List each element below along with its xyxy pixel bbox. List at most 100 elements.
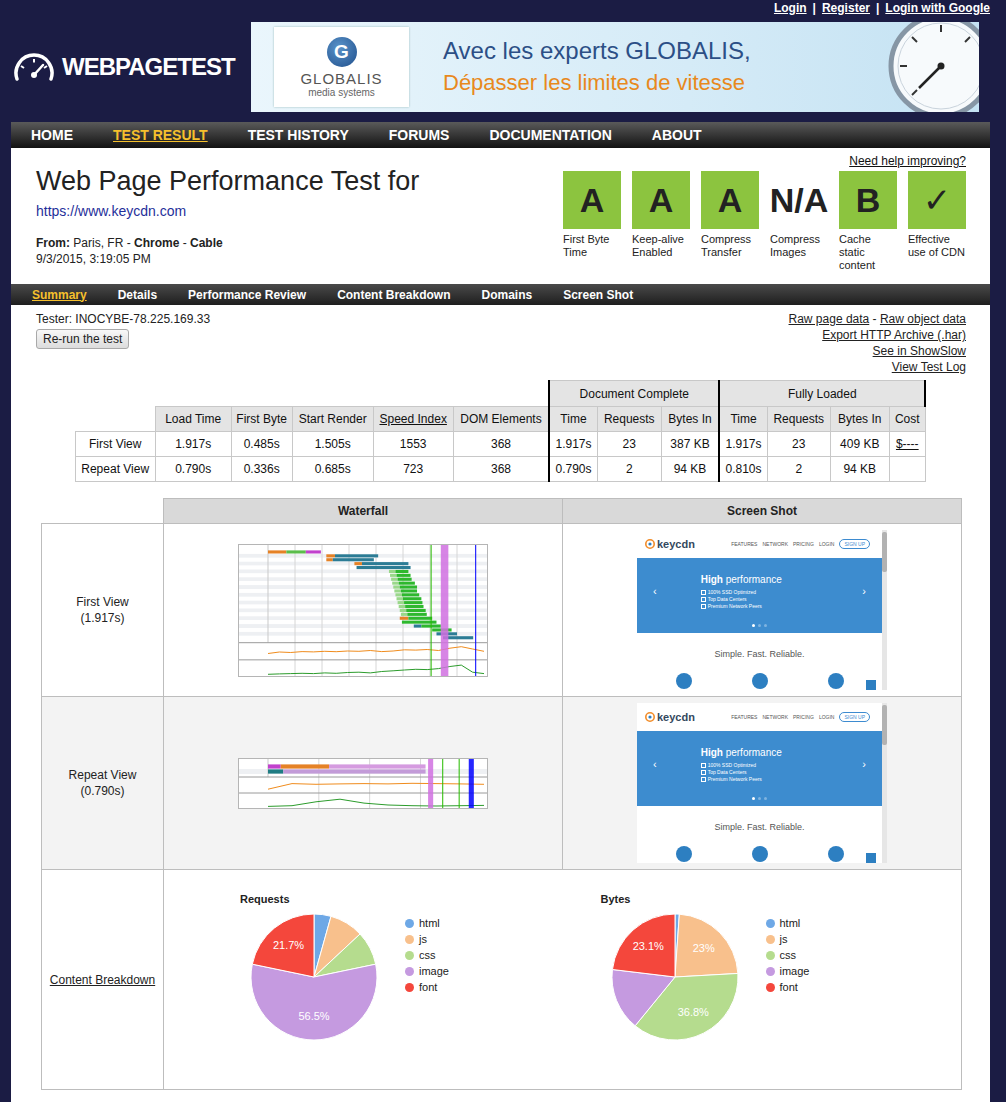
legend-item: js	[405, 931, 449, 947]
nav-item[interactable]: HOME	[31, 127, 73, 143]
grade-list: AFirst Byte TimeAKeep-alive EnabledAComp…	[563, 171, 966, 272]
screenshot-thumbnail[interactable]: keycdnFEATURESNETWORKPRICINGLOGINSIGN UP…	[637, 530, 887, 690]
key-icon	[645, 712, 655, 722]
view-label: Repeat View(0.790s)	[42, 697, 164, 870]
slider-prev: ‹	[653, 758, 657, 770]
export-link[interactable]: See in ShowSlow	[873, 344, 966, 358]
export-links: Raw page data - Raw object data Export HT…	[789, 311, 966, 375]
location-part: Cable	[190, 236, 223, 250]
hero-feature: Premium Network Peers	[701, 776, 863, 783]
grade[interactable]: AKeep-alive Enabled	[632, 171, 690, 272]
result-tab[interactable]: Content Breakdown	[337, 288, 450, 302]
slice-label: 56.5%	[298, 1010, 329, 1022]
content-breakdown-link[interactable]: Content Breakdown	[50, 973, 155, 987]
waterfall-bar	[408, 616, 432, 619]
grade[interactable]: ✓Effective use of CDN	[908, 171, 966, 272]
site-logo: keycdn	[645, 711, 695, 723]
pie-slice[interactable]	[675, 914, 738, 977]
export-link[interactable]: View Test Log	[892, 360, 966, 374]
nav-item[interactable]: TEST RESULT	[113, 127, 208, 143]
column-header: Start Render	[292, 407, 373, 432]
account-link[interactable]: Login	[774, 1, 807, 15]
result-tab[interactable]: Details	[118, 288, 157, 302]
waterfall-row	[239, 631, 487, 635]
nav-item[interactable]: FORUMS	[389, 127, 450, 143]
column-header: Bytes In	[661, 407, 719, 432]
result-tab[interactable]: Performance Review	[188, 288, 306, 302]
column-header: DOM Elements	[453, 407, 549, 432]
metric-cell: 0.485s	[231, 432, 292, 457]
grade[interactable]: BCache static content	[839, 171, 897, 272]
waterfall-gridline	[349, 545, 350, 676]
slider-next: ›	[862, 758, 866, 770]
pie-slice[interactable]	[252, 914, 314, 977]
waterfall-bar	[391, 577, 397, 580]
metric-cell: 0.810s	[719, 457, 767, 482]
export-link[interactable]: Raw object data	[880, 312, 966, 326]
waterfall-chart[interactable]	[238, 758, 488, 809]
grade-label: Compress Images	[770, 233, 828, 259]
export-link[interactable]: Raw page data	[789, 312, 870, 326]
grade[interactable]: AFirst Byte Time	[563, 171, 621, 272]
export-link[interactable]: Export HTTP Archive (.har)	[822, 328, 966, 342]
column-header[interactable]: Speed Index	[373, 407, 453, 432]
checkbox-icon	[701, 763, 706, 768]
site-nav-item: LOGIN	[819, 541, 835, 547]
grade-label: Cache static content	[839, 233, 897, 272]
group-header: Document Complete	[549, 381, 719, 407]
scrollbar-thumb	[882, 532, 887, 572]
legend-item: css	[405, 947, 449, 963]
checkbox-icon	[701, 777, 706, 782]
waterfall-row	[239, 764, 487, 769]
rerun-button[interactable]: Re-run the test	[36, 329, 129, 349]
screenshot-thumbnail[interactable]: keycdnFEATURESNETWORKPRICINGLOGINSIGN UP…	[637, 703, 887, 863]
grade-badge: A	[701, 171, 759, 229]
cost-link[interactable]: $----	[896, 437, 919, 451]
chart-legend: htmljscssimagefont	[766, 915, 810, 995]
waterfall-bar	[398, 601, 404, 604]
slide-dot	[752, 797, 755, 800]
nav-item[interactable]: TEST HISTORY	[248, 127, 349, 143]
masthead: WEBPAGETESTGGLOBALISmedia systemsAvec le…	[0, 16, 1006, 118]
test-header: Web Page Performance Test forhttps://www…	[11, 148, 990, 284]
account-link[interactable]: Register	[822, 1, 870, 15]
waterfall-bar	[414, 624, 422, 627]
waterfall-frame	[239, 758, 488, 808]
waterfall-row	[239, 608, 487, 612]
grade[interactable]: N/ACompress Images	[770, 171, 828, 272]
tested-url[interactable]: https://www.keycdn.com	[36, 203, 419, 219]
ad-banner[interactable]: GGLOBALISmedia systemsAvec les experts G…	[251, 22, 979, 112]
help-link[interactable]: Need help improving?	[849, 154, 966, 168]
metric-cell: 0.790s	[549, 457, 597, 482]
timing-marker	[475, 545, 476, 676]
site-nav-item: FEATURES	[731, 714, 757, 720]
nav-item[interactable]: ABOUT	[652, 127, 702, 143]
pie-slice[interactable]	[612, 970, 675, 1026]
waterfall-chart[interactable]	[238, 544, 488, 677]
result-tab[interactable]: Domains	[481, 288, 532, 302]
result-tab[interactable]: Summary	[32, 288, 87, 302]
timing-marker	[441, 545, 449, 676]
nav-item[interactable]: DOCUMENTATION	[489, 127, 611, 143]
test-date: 9/3/2015, 3:19:05 PM	[36, 251, 419, 267]
account-link[interactable]: Login with Google	[885, 1, 990, 15]
waterfall-row	[239, 585, 487, 589]
waterfall-label-divider	[268, 545, 269, 643]
waterfall-row	[239, 573, 487, 577]
legend-dot-icon	[405, 919, 414, 928]
waterfall-bar	[405, 605, 423, 608]
site-hero: ‹High performance100% SSD OptimizedTop D…	[637, 731, 882, 806]
webpagetest-logo[interactable]: WEBPAGETEST	[0, 50, 251, 84]
waterfall-row	[239, 620, 487, 624]
timing-marker	[431, 545, 432, 676]
column-header: Time	[719, 407, 767, 432]
link-separator: -	[869, 312, 880, 326]
cost-cell: $----	[889, 432, 925, 457]
pie-slice[interactable]	[612, 914, 675, 977]
scrollbar-thumb	[882, 705, 887, 745]
column-header: Requests	[597, 407, 661, 432]
metric-cell: 1.917s	[549, 432, 597, 457]
grade[interactable]: ACompress Transfer	[701, 171, 759, 272]
result-tab[interactable]: Screen Shot	[563, 288, 633, 302]
metric-cell: 0.685s	[292, 457, 373, 482]
